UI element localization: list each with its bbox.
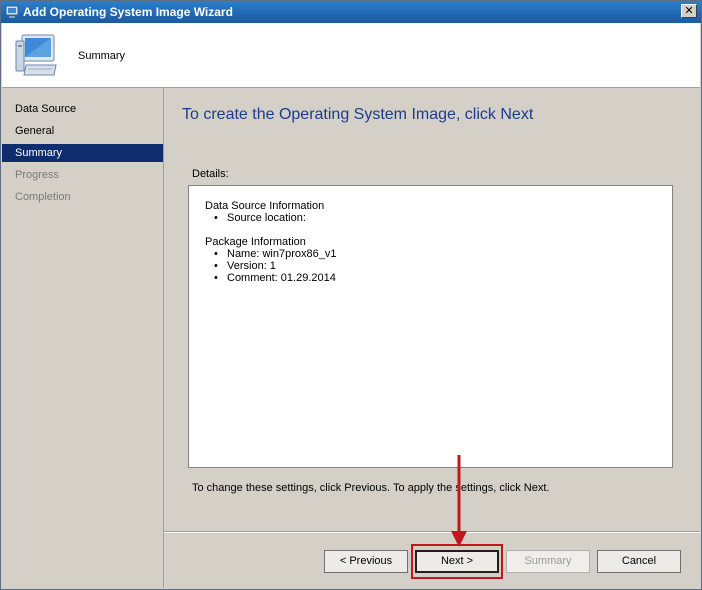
wizard-icon <box>5 5 19 18</box>
data-source-title: Data Source Information <box>205 200 325 212</box>
instructions-text: To change these settings, click Previous… <box>192 482 550 494</box>
button-divider <box>164 531 700 533</box>
header-title: Summary <box>78 50 126 62</box>
wizard-header: Summary <box>2 23 700 88</box>
wizard-nav: Data Source General Summary Progress Com… <box>2 88 164 588</box>
nav-item-completion: Completion <box>15 191 71 203</box>
annotation-arrow-icon <box>451 455 467 547</box>
package-version-item: Version: 1 <box>205 260 336 272</box>
details-label: Details: <box>192 168 229 180</box>
page-heading: To create the Operating System Image, cl… <box>182 106 534 123</box>
details-box[interactable]: Data Source Information Source location:… <box>188 185 673 468</box>
wizard-window: Add Operating System Image Wizard ✕ Summ… <box>0 0 702 590</box>
close-button[interactable]: ✕ <box>681 4 697 18</box>
nav-item-progress: Progress <box>15 169 60 181</box>
data-source-section: Data Source Information Source location: <box>205 200 336 224</box>
window-title: Add Operating System Image Wizard <box>23 5 233 19</box>
main-panel: To create the Operating System Image, cl… <box>164 88 700 588</box>
package-section: Package Information Name: win7prox86_v1 … <box>205 236 336 284</box>
source-location-item: Source location: <box>205 212 336 224</box>
package-comment-item: Comment: 01.29.2014 <box>205 272 336 284</box>
summary-button: Summary <box>506 550 590 573</box>
nav-item-summary[interactable]: Summary <box>2 144 163 162</box>
details-content: Data Source Information Source location:… <box>205 200 336 296</box>
nav-item-general[interactable]: General <box>2 122 163 140</box>
package-title: Package Information <box>205 236 306 248</box>
computer-icon <box>15 34 57 76</box>
previous-button[interactable]: < Previous <box>324 550 408 573</box>
title-bar[interactable]: Add Operating System Image Wizard ✕ <box>1 1 701 23</box>
cancel-button[interactable]: Cancel <box>597 550 681 573</box>
nav-item-data-source[interactable]: Data Source <box>2 100 163 118</box>
package-name-item: Name: win7prox86_v1 <box>205 248 336 260</box>
